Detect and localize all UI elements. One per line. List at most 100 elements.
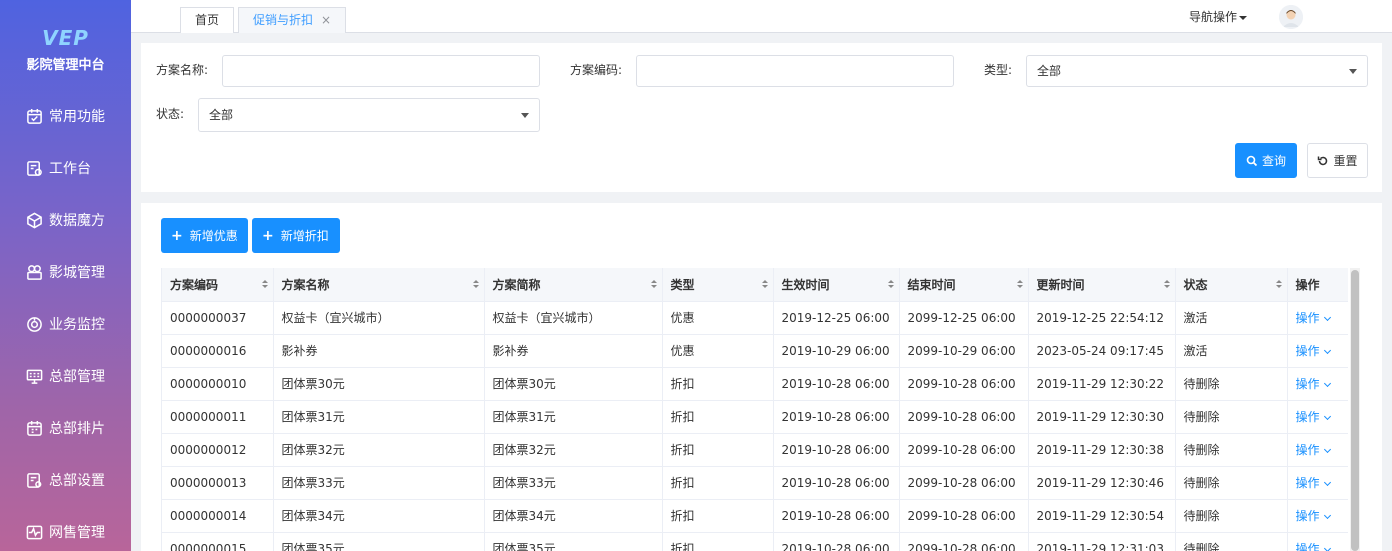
tab-home[interactable]: 首页 [180, 7, 235, 33]
table-row[interactable]: 0000000013 团体票33元 团体票33元 折扣 2019-10-28 06:00… [162, 466, 1348, 500]
cinema-icon [25, 263, 43, 281]
search-icon [1246, 155, 1258, 166]
operations-dropdown[interactable]: 操作 [1295, 509, 1331, 523]
cell-code: 0000000016 [162, 334, 274, 368]
cell-operations: 操作 [1287, 532, 1348, 551]
cell-operations: 操作 [1287, 301, 1348, 335]
sort-icon[interactable] [650, 280, 657, 289]
cell-updated: 2019-12-25 22:54:12 [1028, 301, 1176, 335]
column-header-name[interactable]: 方案名称 [273, 268, 485, 302]
cell-start: 2019-10-28 06:00 [773, 466, 900, 500]
table-row[interactable]: 0000000012 团体票32元 团体票32元 折扣 2019-10-28 06:00… [162, 433, 1348, 467]
cell-type: 折扣 [662, 499, 774, 533]
cell-code: 0000000037 [162, 301, 274, 335]
operations-label: 操作 [1295, 443, 1320, 457]
cell-short: 团体票32元 [484, 433, 663, 467]
sidebar-item-common[interactable]: 常用功能 [0, 90, 131, 142]
workbench-icon [25, 159, 43, 177]
tab-promotions[interactable]: 促销与折扣 × [238, 7, 347, 33]
add-rebate-button[interactable]: + 新增折扣 [252, 218, 340, 253]
column-header-label: 方案编码 [170, 277, 219, 292]
cell-name: 团体票33元 [273, 466, 485, 500]
operations-dropdown[interactable]: 操作 [1295, 443, 1331, 457]
sort-icon[interactable] [261, 280, 268, 289]
sort-icon[interactable] [887, 280, 894, 289]
column-header-label: 方案名称 [281, 277, 330, 292]
operations-label: 操作 [1295, 410, 1320, 424]
add-discount-label: 新增优惠 [189, 229, 238, 243]
status-select[interactable]: 全部 [198, 98, 540, 132]
table-row[interactable]: 0000000015 团体票35元 团体票35元 折扣 2019-10-28 06:00… [162, 532, 1348, 551]
operations-label: 操作 [1295, 509, 1320, 523]
sort-icon[interactable] [472, 280, 479, 289]
sort-icon[interactable] [1163, 280, 1170, 289]
pulse-icon [25, 523, 43, 541]
cell-end: 2099-10-28 06:00 [899, 532, 1029, 551]
sidebar-item-monitor[interactable]: 业务监控 [0, 298, 131, 350]
scheme-name-label: 方案名称: [156, 63, 209, 77]
column-header-end-time[interactable]: 结束时间 [899, 268, 1029, 302]
add-discount-button[interactable]: + 新增优惠 [161, 218, 248, 253]
plus-icon: + [262, 227, 274, 244]
close-icon[interactable]: × [321, 13, 331, 27]
caret-down-icon [1239, 15, 1248, 20]
cell-status: 待删除 [1175, 400, 1288, 434]
cell-short: 团体票34元 [484, 499, 663, 533]
nav-operations-dropdown[interactable]: 导航操作 [1189, 8, 1248, 25]
cell-name: 团体票34元 [273, 499, 485, 533]
sort-icon[interactable] [1016, 280, 1023, 289]
scheme-name-field[interactable] [233, 57, 529, 85]
operations-dropdown[interactable]: 操作 [1296, 311, 1331, 325]
reset-button[interactable]: 重置 [1307, 143, 1368, 178]
cell-start: 2019-10-28 06:00 [773, 499, 900, 533]
search-button[interactable]: 查询 [1235, 143, 1297, 178]
sidebar-item-hq-management[interactable]: 总部管理 [0, 350, 131, 402]
operations-dropdown[interactable]: 操作 [1296, 542, 1331, 551]
cell-code: 0000000014 [162, 499, 274, 533]
table-row[interactable]: 0000000016 影补券 影补券 优惠 2019-10-29 06:00 2099-1… [162, 334, 1348, 368]
chevron-down-icon [1323, 478, 1331, 487]
sidebar-item-hq-schedule[interactable]: 总部排片 [0, 402, 131, 454]
type-select[interactable]: 全部 [1026, 55, 1368, 87]
settings-doc-icon [25, 471, 43, 489]
sidebar-item-label: 总部设置 [49, 473, 105, 489]
cell-short: 团体票30元 [484, 367, 663, 401]
sidebar-item-hq-settings[interactable]: 总部设置 [0, 454, 131, 506]
cell-type: 折扣 [662, 466, 774, 500]
scheme-code-input[interactable] [636, 55, 954, 87]
operations-dropdown[interactable]: 操作 [1296, 476, 1331, 490]
table-row[interactable]: 0000000037 权益卡（宜兴城市） 权益卡（宜兴城市） 优惠 2019-12-25… [162, 301, 1348, 335]
operations-dropdown[interactable]: 操作 [1295, 410, 1331, 424]
table-scrollbar[interactable] [1350, 268, 1360, 551]
sidebar-item-label: 总部排片 [49, 421, 105, 437]
table-row[interactable]: 0000000014 团体票34元 团体票34元 折扣 2019-10-28 06:00… [162, 499, 1348, 533]
column-header-label: 更新时间 [1036, 277, 1085, 292]
column-header-start-time[interactable]: 生效时间 [773, 268, 900, 302]
cell-updated: 2019-11-29 12:30:30 [1028, 400, 1176, 434]
cell-code: 0000000015 [162, 532, 274, 551]
cell-start: 2019-12-25 06:00 [773, 301, 900, 335]
table-row[interactable]: 0000000011 团体票31元 团体票31元 折扣 2019-10-28 06:00… [162, 400, 1348, 434]
operations-dropdown[interactable]: 操作 [1296, 377, 1331, 391]
column-header-updated-time[interactable]: 更新时间 [1028, 268, 1176, 302]
column-header-label: 状态 [1183, 277, 1208, 292]
scrollbar-thumb[interactable] [1351, 270, 1359, 551]
column-header-short-name[interactable]: 方案简称 [484, 268, 663, 302]
sidebar-item-cinema[interactable]: 影城管理 [0, 246, 131, 298]
cell-name: 团体票32元 [273, 433, 485, 467]
table-body: 0000000037 权益卡（宜兴城市） 权益卡（宜兴城市） 优惠 2019-12-25… [162, 301, 1348, 551]
sort-icon[interactable] [1275, 280, 1282, 289]
sidebar-item-online-sales[interactable]: 网售管理 [0, 506, 131, 551]
cell-name: 团体票31元 [273, 400, 485, 434]
column-header-type[interactable]: 类型 [662, 268, 774, 302]
scheme-name-input[interactable] [222, 55, 540, 87]
column-header-code[interactable]: 方案编码 [162, 268, 274, 302]
sort-icon[interactable] [761, 280, 768, 289]
sidebar-item-data-cube[interactable]: 数据魔方 [0, 194, 131, 246]
scheme-code-field[interactable] [647, 57, 943, 85]
operations-dropdown[interactable]: 操作 [1296, 344, 1331, 358]
sidebar-item-workbench[interactable]: 工作台 [0, 142, 131, 194]
table-row[interactable]: 0000000010 团体票30元 团体票30元 折扣 2019-10-28 06:00… [162, 367, 1348, 401]
avatar[interactable] [1279, 5, 1303, 29]
column-header-status[interactable]: 状态 [1175, 268, 1288, 302]
